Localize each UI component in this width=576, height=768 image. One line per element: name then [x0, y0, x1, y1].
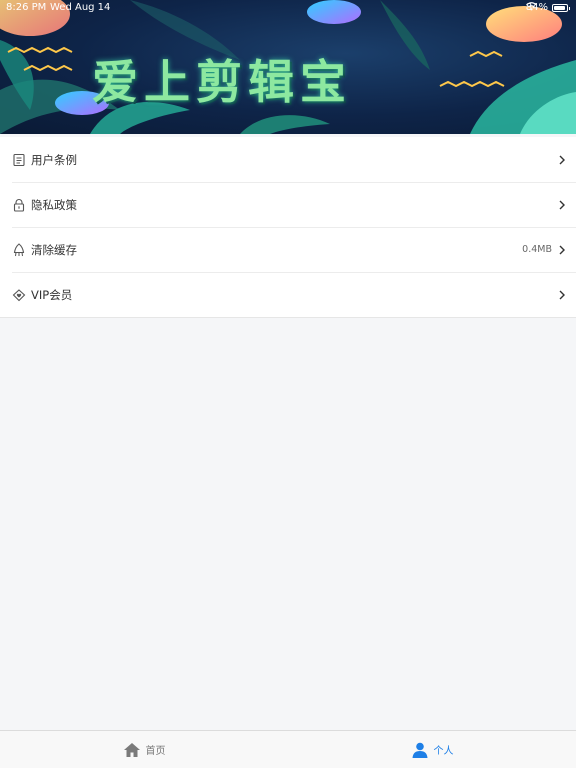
- tab-home[interactable]: 首页: [0, 731, 288, 768]
- menu-item-user-terms[interactable]: 用户条例: [0, 137, 576, 182]
- tab-label: 个人: [433, 746, 454, 757]
- person-icon: [412, 742, 427, 758]
- document-icon: [13, 153, 25, 166]
- lock-icon: [13, 198, 25, 212]
- banner-title: 爱上剪辑宝: [92, 55, 352, 109]
- menu-item-label: 隐私政策: [31, 197, 77, 212]
- tab-bar: 首页 个人: [0, 730, 576, 768]
- menu-divider: [0, 317, 576, 318]
- menu-item-privacy-policy[interactable]: 隐私政策: [0, 182, 576, 227]
- status-bar: 8:26 PM Wed Aug 14 84%: [0, 0, 576, 16]
- tab-profile[interactable]: 个人: [288, 731, 576, 768]
- menu-item-label: VIP会员: [31, 287, 73, 302]
- home-icon: [123, 742, 140, 757]
- menu-item-label: 用户条例: [31, 152, 77, 167]
- chevron-right-icon: [559, 245, 565, 254]
- chevron-right-icon: [559, 155, 565, 164]
- tab-label: 首页: [145, 746, 166, 757]
- battery-icon: [552, 3, 570, 12]
- menu-item-vip[interactable]: VIP会员: [0, 272, 576, 317]
- chevron-right-icon: [559, 200, 565, 209]
- menu-item-clear-cache[interactable]: 清除缓存 0.4MB: [0, 227, 576, 272]
- broom-icon: [13, 242, 25, 256]
- chevron-right-icon: [559, 290, 565, 299]
- cache-size: 0.4MB: [522, 244, 552, 255]
- status-time: 8:26 PM: [6, 2, 47, 13]
- wifi-icon: [525, 2, 537, 11]
- status-date: Wed Aug 14: [50, 2, 111, 13]
- status-right: 84%: [525, 2, 570, 13]
- menu-item-label: 清除缓存: [31, 242, 77, 257]
- header-banner: 爱上剪辑宝 8:26 PM Wed Aug 14 84%: [0, 0, 576, 134]
- settings-menu: 用户条例 隐私政策 清除缓存 0.4MB VIP会员: [0, 137, 576, 317]
- diamond-heart-icon: [12, 288, 26, 301]
